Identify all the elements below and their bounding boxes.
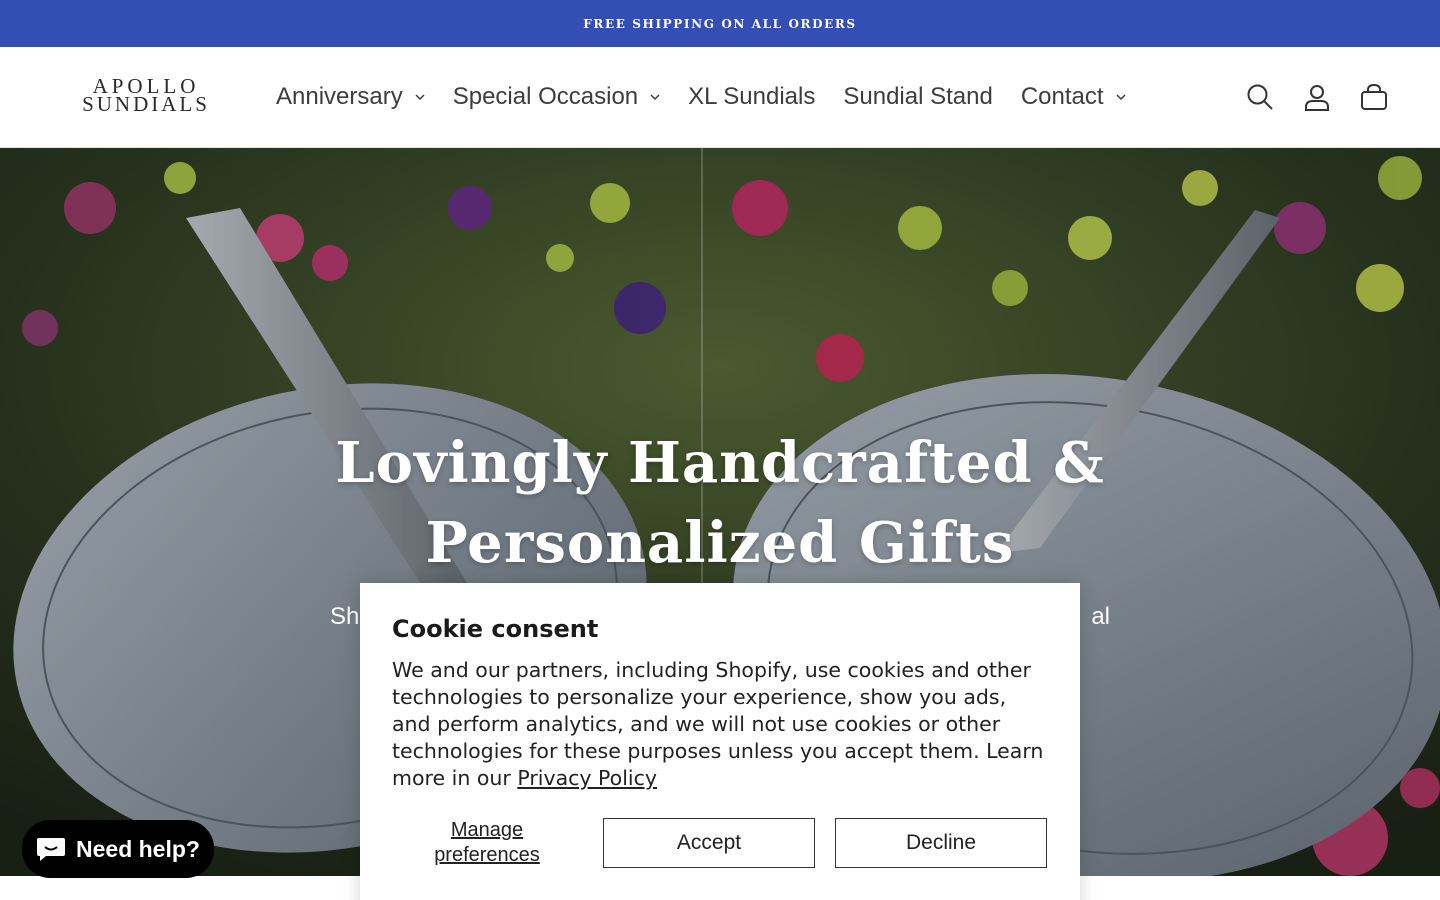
privacy-policy-link[interactable]: Privacy Policy — [517, 766, 657, 790]
announcement-bar: FREE SHIPPING ON ALL ORDERS — [0, 0, 1440, 47]
nav-label: Anniversary — [276, 83, 403, 110]
search-button[interactable] — [1244, 75, 1276, 119]
manage-line2: preferences — [434, 844, 540, 866]
nav-label: XL Sundials — [688, 83, 816, 110]
logo-line2: SUNDIALS — [82, 92, 210, 116]
logo[interactable]: APOLLO SUNDIALS — [66, 76, 226, 116]
nav-label: Contact — [1020, 83, 1104, 110]
announcement-text: FREE SHIPPING ON ALL ORDERS — [583, 16, 857, 31]
chevron-down-icon — [650, 94, 660, 101]
nav-item-special-occasion[interactable]: Special Occasion — [439, 47, 674, 147]
hero-title-line1: Lovingly Handcrafted & — [335, 430, 1105, 496]
site-header: APOLLO SUNDIALS Anniversary Special Occa… — [0, 47, 1440, 148]
account-button[interactable] — [1301, 75, 1333, 119]
chevron-down-icon — [415, 94, 425, 101]
hero-title-line2: Personalized Gifts — [425, 510, 1015, 576]
nav-item-contact[interactable]: Contact — [1007, 47, 1140, 147]
cookie-title: Cookie consent — [392, 615, 599, 643]
cart-icon — [1361, 83, 1387, 110]
account-icon — [1305, 85, 1329, 111]
nav-item-sundial-stand[interactable]: Sundial Stand — [829, 47, 1006, 147]
nav-label: Special Occasion — [452, 83, 639, 110]
chat-bubble-icon — [37, 838, 65, 861]
cookie-body: We and our partners, including Shopify, … — [392, 657, 1048, 792]
header-icons — [1244, 75, 1390, 119]
cookie-consent-dialog: Cookie consent We and our partners, incl… — [360, 583, 1080, 900]
hero-title: Lovingly Handcrafted & Personalized Gift… — [0, 423, 1440, 583]
accept-button[interactable]: Accept — [603, 818, 815, 868]
manage-preferences-button[interactable]: Manage preferences — [392, 818, 582, 868]
manage-line1: Manage — [450, 819, 524, 841]
search-icon — [1247, 84, 1273, 110]
main-nav: Anniversary Special Occasion XL Sundials… — [262, 47, 1140, 147]
nav-item-anniversary[interactable]: Anniversary — [262, 47, 439, 147]
decline-button[interactable]: Decline — [835, 818, 1047, 868]
chat-widget-button[interactable]: Need help? — [22, 820, 214, 878]
chevron-down-icon — [1116, 94, 1126, 101]
nav-label: Sundial Stand — [843, 83, 993, 110]
cookie-body-text: We and our partners, including Shopify, … — [392, 658, 1044, 790]
cookie-actions: Manage preferences Accept Decline — [392, 818, 1048, 868]
hero-subtitle-right: al — [1091, 603, 1110, 630]
nav-item-xl-sundials[interactable]: XL Sundials — [674, 47, 829, 147]
cart-button[interactable] — [1358, 75, 1390, 119]
chat-label: Need help? — [76, 835, 200, 862]
hero-subtitle-left: Sh — [330, 603, 360, 630]
